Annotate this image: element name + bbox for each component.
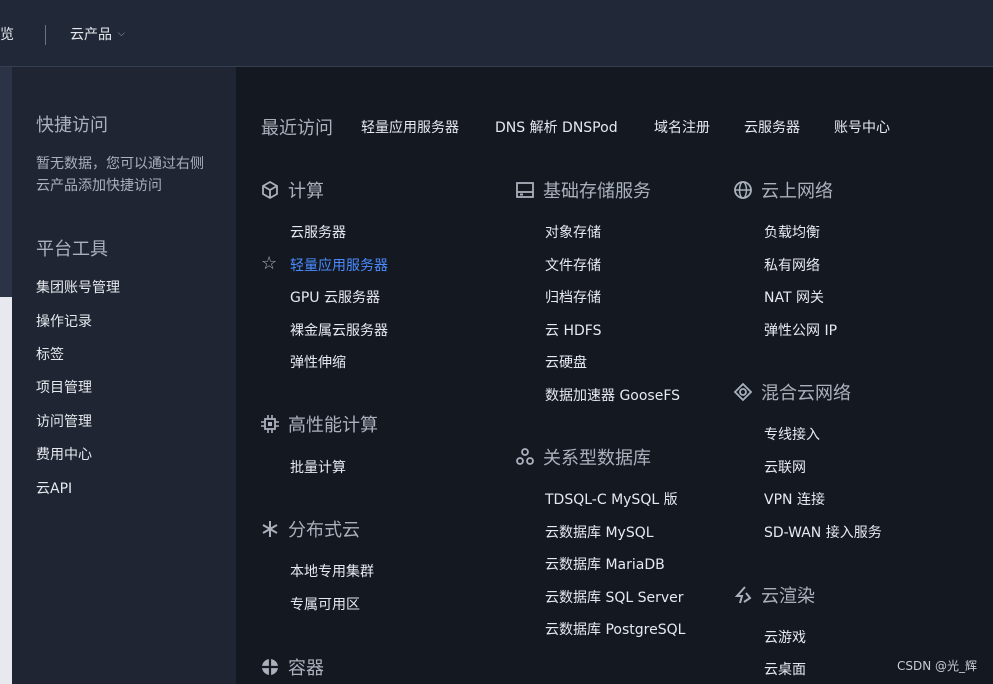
category-title: 高性能计算	[288, 415, 378, 436]
category-container: 容器	[260, 654, 324, 680]
recent-visits-title: 最近访问	[261, 118, 333, 139]
category-hybrid-network: 混合云网络	[733, 379, 851, 405]
category-compute: 计算	[260, 177, 324, 203]
watermark-text: CSDN @光_辉	[896, 659, 977, 673]
service-link[interactable]: 本地专用集群	[290, 561, 374, 581]
sidebar-item-tags[interactable]: 标签	[36, 344, 64, 364]
service-link[interactable]: 云数据库 MariaDB	[545, 554, 665, 574]
background-page-strip	[0, 67, 12, 684]
service-link[interactable]: 专属可用区	[290, 594, 360, 614]
top-navigation-bar: 总览 云产品 ⌵	[0, 0, 993, 67]
asterisk-icon	[262, 521, 278, 537]
sidebar-item-billing[interactable]: 费用中心	[36, 444, 92, 464]
recent-item[interactable]: 云服务器	[744, 117, 800, 137]
service-link[interactable]: TDSQL-C MySQL 版	[545, 489, 678, 509]
service-link[interactable]: 云游戏	[764, 627, 806, 647]
topbar-divider	[45, 25, 46, 45]
service-link[interactable]: 弹性伸缩	[290, 352, 346, 372]
sidebar-item-access[interactable]: 访问管理	[36, 411, 92, 431]
category-hpc: 高性能计算	[260, 411, 378, 437]
cloud-products-menu[interactable]: 云产品 ⌵	[70, 24, 125, 44]
category-title: 云渲染	[761, 586, 815, 607]
overview-link[interactable]: 总览	[0, 24, 14, 44]
service-link[interactable]: 云硬盘	[545, 352, 587, 372]
service-link[interactable]: 归档存储	[545, 287, 601, 307]
container-icon	[262, 659, 278, 675]
sidebar-item-group-account[interactable]: 集团账号管理	[36, 277, 120, 297]
service-link[interactable]: 文件存储	[545, 255, 601, 275]
recent-item[interactable]: 域名注册	[654, 117, 710, 137]
recent-item[interactable]: 账号中心	[834, 117, 890, 137]
category-title: 云上网络	[761, 181, 833, 202]
database-icon	[516, 448, 534, 465]
quick-access-empty-text: 暂无数据，您可以通过右侧云产品添加快捷访问	[36, 156, 204, 194]
render-icon	[734, 586, 752, 604]
service-link[interactable]: 裸金属云服务器	[290, 320, 388, 340]
category-storage: 基础存储服务	[515, 177, 651, 203]
service-link[interactable]: 云桌面	[764, 659, 806, 679]
service-link[interactable]: 云 HDFS	[545, 320, 601, 340]
category-database: 关系型数据库	[515, 444, 651, 470]
category-distributed: 分布式云	[260, 516, 360, 542]
products-sidebar: 快捷访问 暂无数据，您可以通过右侧云产品添加快捷访问 平台工具 集团账号管理 操…	[12, 67, 236, 684]
category-title: 分布式云	[288, 520, 360, 541]
service-link[interactable]: 数据加速器 GooseFS	[545, 385, 680, 405]
service-link[interactable]: GPU 云服务器	[290, 287, 380, 307]
service-link[interactable]: NAT 网关	[764, 287, 824, 307]
recent-item[interactable]: 轻量应用服务器	[361, 117, 459, 137]
service-link[interactable]: 云服务器	[290, 222, 346, 242]
cloud-products-label: 云产品	[70, 27, 112, 43]
category-title: 混合云网络	[761, 383, 851, 404]
service-link[interactable]: SD-WAN 接入服务	[764, 522, 882, 542]
category-title: 基础存储服务	[543, 181, 651, 202]
star-icon[interactable]: ☆	[261, 253, 277, 274]
service-link[interactable]: VPN 连接	[764, 489, 825, 509]
category-title: 关系型数据库	[543, 448, 651, 469]
category-title: 计算	[288, 181, 324, 202]
sidebar-item-cloud-api[interactable]: 云API	[36, 478, 72, 498]
platform-tools-title: 平台工具	[36, 239, 108, 260]
service-link[interactable]: 云数据库 MySQL	[545, 522, 654, 542]
service-link[interactable]: 专线接入	[764, 424, 820, 444]
background-banner	[0, 67, 12, 297]
cube-icon	[262, 180, 278, 200]
products-panel: 最近访问 轻量应用服务器 DNS 解析 DNSPod 域名注册 云服务器 账号中…	[236, 67, 993, 684]
service-link[interactable]: 云联网	[764, 457, 806, 477]
sidebar-item-projects[interactable]: 项目管理	[36, 377, 92, 397]
service-link[interactable]: 云数据库 PostgreSQL	[545, 619, 685, 639]
service-link[interactable]: 负载均衡	[764, 222, 820, 242]
service-link[interactable]: 弹性公网 IP	[764, 320, 837, 340]
hybrid-network-icon	[733, 382, 753, 402]
quick-access-title: 快捷访问	[36, 115, 108, 136]
chevron-down-icon: ⌵	[118, 29, 125, 39]
sidebar-item-operation-log[interactable]: 操作记录	[36, 311, 92, 331]
service-link-active[interactable]: 轻量应用服务器	[290, 255, 388, 275]
category-render: 云渲染	[733, 582, 815, 608]
service-link[interactable]: 批量计算	[290, 457, 346, 477]
category-title: 容器	[288, 658, 324, 679]
service-link[interactable]: 云数据库 SQL Server	[545, 587, 684, 607]
category-network: 云上网络	[733, 177, 833, 203]
recent-item[interactable]: DNS 解析 DNSPod	[495, 117, 618, 137]
storage-icon	[516, 182, 534, 198]
service-link[interactable]: 私有网络	[764, 255, 820, 275]
globe-icon	[734, 181, 752, 199]
chip-icon	[261, 415, 279, 433]
service-link[interactable]: 对象存储	[545, 222, 601, 242]
